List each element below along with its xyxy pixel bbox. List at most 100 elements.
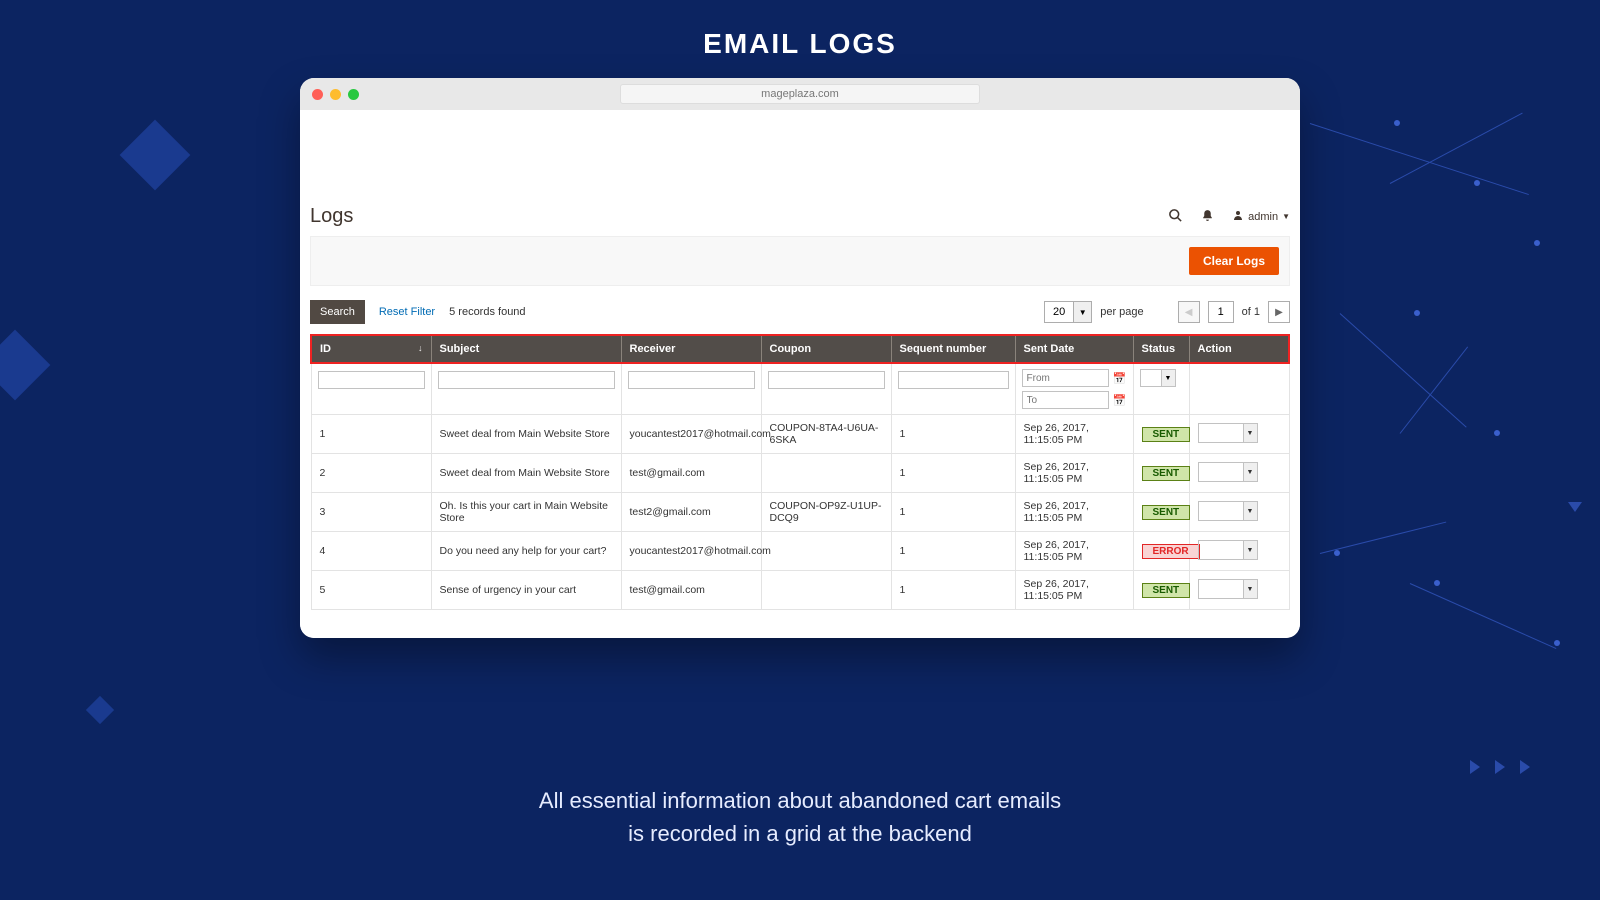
page-of-label: of 1	[1242, 306, 1260, 318]
page-number-input[interactable]	[1208, 301, 1234, 323]
cell-status: SENT	[1133, 493, 1189, 532]
action-bar: Clear Logs	[310, 236, 1290, 286]
next-page-button[interactable]: ▶	[1268, 301, 1290, 323]
reset-filter-link[interactable]: Reset Filter	[379, 306, 435, 318]
col-action[interactable]: Action	[1189, 335, 1289, 363]
cell-sequent: 1	[891, 415, 1015, 454]
cell-sent-date: Sep 26, 2017, 11:15:05 PM	[1015, 415, 1133, 454]
status-badge: SENT	[1142, 466, 1191, 481]
search-button[interactable]: Search	[310, 300, 365, 324]
table-row: 2Sweet deal from Main Website Storetest@…	[311, 454, 1289, 493]
cell-subject: Do you need any help for your cart?	[431, 532, 621, 571]
status-badge: ERROR	[1142, 544, 1200, 559]
cell-receiver: youcantest2017@hotmail.com	[621, 415, 761, 454]
prev-page-button[interactable]: ◀	[1178, 301, 1200, 323]
clear-logs-button[interactable]: Clear Logs	[1189, 247, 1279, 275]
cell-status: SENT	[1133, 415, 1189, 454]
records-found: 5 records found	[449, 306, 525, 318]
cell-action: ▼	[1189, 571, 1289, 610]
cell-subject: Sweet deal from Main Website Store	[431, 454, 621, 493]
per-page-label: per page	[1100, 306, 1143, 318]
table-row: 4Do you need any help for your cart?youc…	[311, 532, 1289, 571]
cell-sent-date: Sep 26, 2017, 11:15:05 PM	[1015, 571, 1133, 610]
row-action-select[interactable]: ▼	[1198, 423, 1258, 443]
cell-receiver: test@gmail.com	[621, 454, 761, 493]
filter-subject-input[interactable]	[438, 371, 615, 389]
cell-action: ▼	[1189, 454, 1289, 493]
cell-status: ERROR	[1133, 532, 1189, 571]
cell-receiver: test2@gmail.com	[621, 493, 761, 532]
footer-caption: All essential information about abandone…	[0, 784, 1600, 850]
cell-id: 4	[311, 532, 431, 571]
row-action-select[interactable]: ▼	[1198, 462, 1258, 482]
chevron-down-icon: ▼	[1282, 212, 1290, 221]
cell-receiver: test@gmail.com	[621, 571, 761, 610]
chevron-down-icon: ▼	[1243, 502, 1257, 520]
cell-action: ▼	[1189, 532, 1289, 571]
page-title: Logs	[310, 205, 353, 228]
cell-subject: Sweet deal from Main Website Store	[431, 415, 621, 454]
cell-sent-date: Sep 26, 2017, 11:15:05 PM	[1015, 493, 1133, 532]
filter-sequent-input[interactable]	[898, 371, 1009, 389]
cell-status: SENT	[1133, 454, 1189, 493]
cell-coupon: COUPON-OP9Z-U1UP-DCQ9	[761, 493, 891, 532]
cell-coupon	[761, 571, 891, 610]
filter-date-from-input[interactable]	[1022, 369, 1109, 387]
filter-id-input[interactable]	[318, 371, 425, 389]
col-sent-date[interactable]: Sent Date	[1015, 335, 1133, 363]
cell-id: 1	[311, 415, 431, 454]
notifications-icon[interactable]	[1201, 209, 1214, 225]
calendar-icon[interactable]: 📅	[1113, 394, 1127, 407]
hero-title: EMAIL LOGS	[0, 0, 1600, 78]
row-action-select[interactable]: ▼	[1198, 501, 1258, 521]
cell-id: 5	[311, 571, 431, 610]
sort-down-icon: ↓	[418, 343, 423, 353]
cell-sequent: 1	[891, 532, 1015, 571]
filter-status-select[interactable]: ▼	[1140, 369, 1176, 387]
cell-subject: Oh. Is this your cart in Main Website St…	[431, 493, 621, 532]
col-id[interactable]: ID↓	[311, 335, 431, 363]
table-row: 3Oh. Is this your cart in Main Website S…	[311, 493, 1289, 532]
cell-coupon	[761, 532, 891, 571]
url-bar[interactable]: mageplaza.com	[620, 84, 980, 104]
calendar-icon[interactable]: 📅	[1113, 372, 1127, 385]
cell-status: SENT	[1133, 571, 1189, 610]
cell-sent-date: Sep 26, 2017, 11:15:05 PM	[1015, 454, 1133, 493]
col-sequent[interactable]: Sequent number	[891, 335, 1015, 363]
col-receiver[interactable]: Receiver	[621, 335, 761, 363]
col-coupon[interactable]: Coupon	[761, 335, 891, 363]
status-badge: SENT	[1142, 505, 1191, 520]
admin-label: admin	[1248, 211, 1278, 223]
search-icon[interactable]	[1168, 208, 1183, 226]
filter-receiver-input[interactable]	[628, 371, 755, 389]
admin-menu[interactable]: admin ▼	[1232, 209, 1290, 224]
cell-sequent: 1	[891, 571, 1015, 610]
chevron-down-icon: ▼	[1243, 541, 1257, 559]
per-page-select[interactable]: 20 ▼	[1044, 301, 1092, 323]
cell-action: ▼	[1189, 493, 1289, 532]
cell-sent-date: Sep 26, 2017, 11:15:05 PM	[1015, 532, 1133, 571]
col-status[interactable]: Status	[1133, 335, 1189, 363]
window-minimize-icon[interactable]	[330, 89, 341, 100]
window-close-icon[interactable]	[312, 89, 323, 100]
table-row: 1Sweet deal from Main Website Storeyouca…	[311, 415, 1289, 454]
cell-coupon	[761, 454, 891, 493]
browser-window: mageplaza.com Logs admin ▼	[300, 78, 1300, 638]
col-subject[interactable]: Subject	[431, 335, 621, 363]
cell-action: ▼	[1189, 415, 1289, 454]
chevron-down-icon: ▼	[1243, 463, 1257, 481]
filter-coupon-input[interactable]	[768, 371, 885, 389]
cell-sequent: 1	[891, 454, 1015, 493]
cell-receiver: youcantest2017@hotmail.com	[621, 532, 761, 571]
cell-sequent: 1	[891, 493, 1015, 532]
window-maximize-icon[interactable]	[348, 89, 359, 100]
row-action-select[interactable]: ▼	[1198, 579, 1258, 599]
cell-id: 2	[311, 454, 431, 493]
status-badge: SENT	[1142, 427, 1191, 442]
chevron-down-icon: ▼	[1243, 424, 1257, 442]
chevron-down-icon: ▼	[1161, 370, 1175, 386]
chevron-down-icon: ▼	[1073, 302, 1091, 322]
filter-date-to-input[interactable]	[1022, 391, 1109, 409]
logs-table: ID↓ Subject Receiver Coupon Sequent numb…	[310, 334, 1290, 610]
row-action-select[interactable]: ▼	[1198, 540, 1258, 560]
